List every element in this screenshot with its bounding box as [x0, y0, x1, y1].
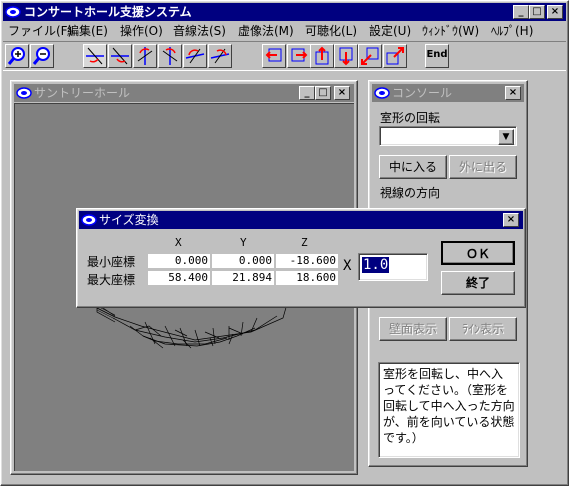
- zoom-in-button[interactable]: [5, 44, 29, 68]
- ok-button[interactable]: ＯＫ: [441, 241, 515, 265]
- hall-titlebar[interactable]: サントリーホール _ □ ×: [14, 84, 354, 102]
- minimize-button[interactable]: _: [513, 5, 529, 19]
- min-x-value: 0.000: [148, 254, 210, 268]
- rotate-button-2[interactable]: [108, 44, 132, 68]
- arrow-right-icon: [291, 48, 308, 62]
- cloud-app-icon: [5, 5, 21, 19]
- zoom-out-icon: [32, 47, 50, 65]
- view-direction-label: 視線の方向: [380, 186, 441, 200]
- move-diag-button-1[interactable]: [358, 44, 382, 68]
- menu-operation[interactable]: 操作(O): [120, 22, 163, 40]
- arrow-up-icon: [315, 46, 329, 65]
- end-toolbar-button[interactable]: End: [425, 44, 449, 68]
- rotate-button-4[interactable]: [158, 44, 182, 68]
- min-coord-label: 最小座標: [87, 255, 136, 269]
- menu-image-source[interactable]: 虚像法(M): [238, 22, 294, 40]
- min-y-value: 0.000: [212, 254, 274, 268]
- hall-minimize-button[interactable]: _: [299, 86, 315, 100]
- scale-input-value: 1.0: [362, 257, 390, 273]
- arrow-diagonal-icon: [361, 47, 379, 65]
- console-close-button[interactable]: ×: [505, 86, 521, 100]
- menu-help[interactable]: ﾍﾙﾌﾟ(H): [491, 22, 533, 40]
- max-coord-label: 最大座標: [87, 273, 136, 287]
- rotate-button-5[interactable]: [183, 44, 207, 68]
- line-display-button[interactable]: ﾗｲﾝ表示: [449, 317, 517, 341]
- size-dialog-titlebar[interactable]: サイズ変換 ×: [79, 211, 523, 229]
- menu-auralization[interactable]: 可聴化(L): [305, 22, 357, 40]
- app-title: コンサートホール支援システム: [24, 5, 192, 19]
- max-y-value: 21.894: [212, 271, 274, 285]
- menu-settings[interactable]: 設定(U): [369, 22, 411, 40]
- rotate-combobox[interactable]: ▼: [379, 126, 517, 146]
- move-right-button[interactable]: [287, 44, 311, 68]
- column-z-header: Z: [301, 236, 308, 249]
- min-z-value: -18.600: [276, 254, 338, 268]
- hall-maximize-button[interactable]: □: [315, 86, 331, 100]
- console-titlebar[interactable]: コンソール ×: [372, 84, 524, 102]
- main-titlebar[interactable]: コンサートホール支援システム _ □ ×: [3, 3, 566, 21]
- rotate-axis-icon: [185, 48, 205, 64]
- rotate-axis-icon: [111, 47, 129, 65]
- cloud-app-icon: [16, 86, 32, 100]
- menu-sound-ray[interactable]: 音線法(S): [173, 22, 226, 40]
- zoom-in-icon: [7, 47, 25, 65]
- menu-bar: ファイル(F) 編集(E) 操作(O) 音線法(S) 虚像法(M) 可聴化(L)…: [3, 22, 566, 40]
- arrow-left-icon: [265, 48, 282, 62]
- rotate-button-3[interactable]: [133, 44, 157, 68]
- help-textbox: 室形を回転し、中へ入ってください。（室形を回転して中へ入った方向が、前を向いてい…: [378, 362, 520, 458]
- max-z-value: 18.600: [276, 271, 338, 285]
- chevron-down-icon[interactable]: ▼: [498, 129, 514, 145]
- scale-input[interactable]: 1.0: [358, 253, 428, 281]
- rotate-axis-icon: [86, 47, 104, 65]
- cloud-app-icon: [374, 86, 390, 100]
- maximize-button[interactable]: □: [529, 5, 545, 19]
- exit-button[interactable]: 外に出る: [449, 155, 517, 179]
- max-x-value: 58.400: [148, 271, 210, 285]
- column-x-header: X: [175, 236, 182, 249]
- enter-button[interactable]: 中に入る: [379, 155, 447, 179]
- zoom-out-button[interactable]: [30, 44, 54, 68]
- arrow-down-icon: [339, 47, 353, 66]
- rotate-axis-icon: [162, 47, 178, 65]
- menu-file[interactable]: ファイル(F): [8, 22, 72, 40]
- close-button[interactable]: ×: [547, 5, 563, 19]
- rotate-axis-icon: [210, 48, 230, 64]
- menu-window[interactable]: ｳｨﾝﾄﾞｳ(W): [422, 22, 479, 40]
- scale-x-label: X: [343, 258, 352, 274]
- console-title: コンソール: [392, 86, 453, 100]
- rotate-axis-icon: [137, 47, 153, 65]
- cloud-app-icon: [81, 213, 97, 227]
- rotate-label: 室形の回転: [380, 111, 441, 125]
- help-text: 室形を回転し、中へ入ってください。（室形を回転して中へ入った方向が、前を向いてい…: [383, 367, 515, 445]
- move-up-button[interactable]: [310, 44, 334, 68]
- size-dialog-title: サイズ変換: [99, 213, 159, 227]
- move-left-button[interactable]: [262, 44, 286, 68]
- rotate-button-6[interactable]: [208, 44, 232, 68]
- hall-close-button[interactable]: ×: [334, 86, 350, 100]
- hall-title: サントリーホール: [34, 86, 131, 100]
- arrow-diagonal-icon: [386, 47, 404, 65]
- move-diag-button-2[interactable]: [383, 44, 407, 68]
- end-dialog-button[interactable]: 終了: [441, 271, 515, 295]
- size-dialog-close-button[interactable]: ×: [503, 213, 519, 227]
- column-y-header: Y: [240, 236, 247, 249]
- rotate-button-1[interactable]: [83, 44, 107, 68]
- wall-display-button[interactable]: 壁面表示: [379, 317, 447, 341]
- move-down-button[interactable]: [334, 44, 358, 68]
- menu-edit[interactable]: 編集(E): [67, 22, 108, 40]
